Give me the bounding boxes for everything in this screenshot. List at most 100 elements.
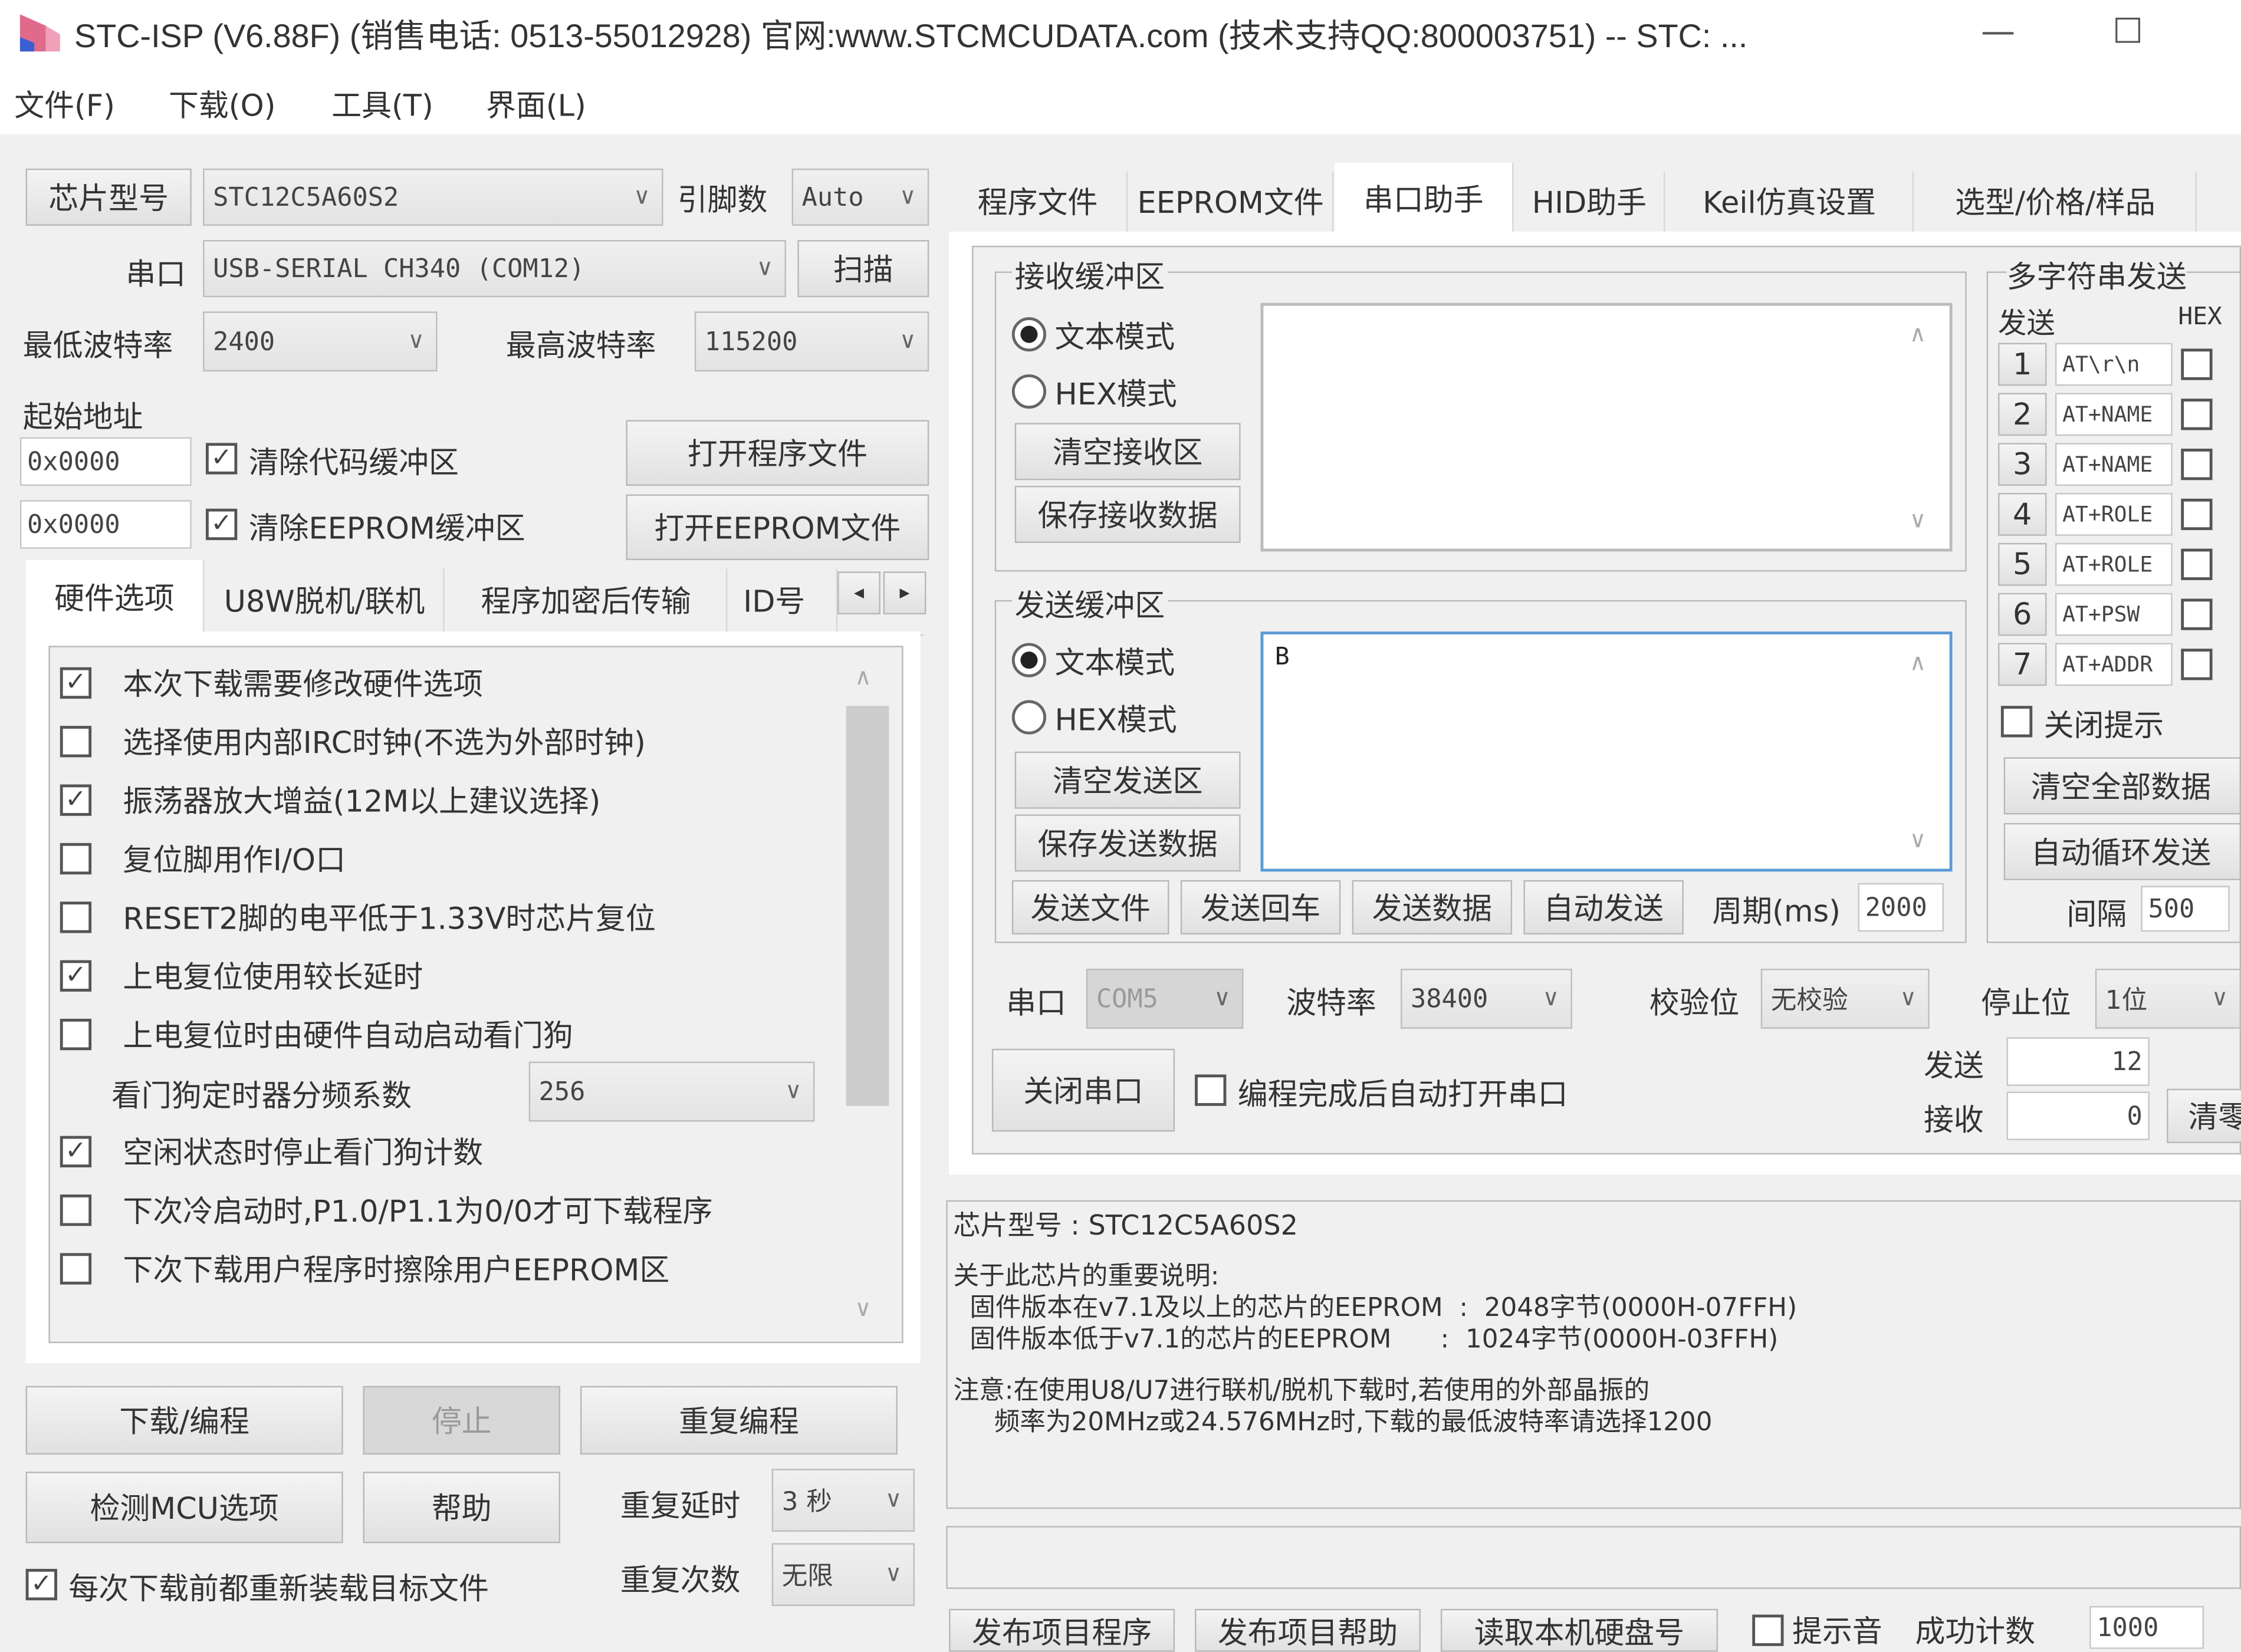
hw-option-checkbox[interactable]: [60, 901, 92, 933]
code-start-address-input[interactable]: 0x0000: [19, 437, 192, 486]
minimize-button[interactable]: —: [1981, 11, 2015, 51]
hw-option-row[interactable]: RESET2脚的电平低于1.33V时芯片复位: [57, 891, 656, 943]
multi-hex-checkbox[interactable]: [2181, 548, 2213, 580]
send-file-button[interactable]: 发送文件: [1011, 880, 1169, 934]
multi-hex-checkbox[interactable]: [2181, 399, 2213, 430]
hw-option-row[interactable]: ✓ 空闲状态时停止看门狗计数: [57, 1126, 483, 1177]
multi-send-index-button[interactable]: 6: [1998, 593, 2047, 636]
clear-eeprom-buffer-checkbox[interactable]: ✓: [205, 508, 238, 541]
send-textarea[interactable]: B: [1260, 631, 1953, 872]
read-disk-id-button[interactable]: 读取本机硬盘号: [1440, 1608, 1718, 1652]
tab-program-file[interactable]: 程序文件: [949, 171, 1128, 232]
multi-send-index-button[interactable]: 4: [1998, 493, 2047, 536]
hw-option-row[interactable]: 选择使用内部IRC时钟(不选为外部时钟): [57, 716, 646, 767]
hw-option-row[interactable]: 复位脚用作I/O口: [57, 833, 346, 884]
hw-option-row[interactable]: 上电复位时由硬件自动启动看门狗: [57, 1009, 573, 1060]
check-mcu-options-button[interactable]: 检测MCU选项: [25, 1472, 343, 1544]
hw-option-row[interactable]: ✓ 振荡器放大增益(12M以上建议选择): [57, 775, 600, 826]
multi-hex-checkbox[interactable]: [2181, 448, 2213, 481]
scroll-down-icon[interactable]: ∨: [1910, 506, 1926, 533]
send-data-button[interactable]: 发送数据: [1352, 880, 1513, 934]
tab-serial-assistant[interactable]: 串口助手: [1335, 163, 1514, 235]
multi-string-input[interactable]: AT+NAME: [2055, 393, 2173, 436]
save-receive-data-button[interactable]: 保存接收数据: [1014, 485, 1241, 543]
chip-model-select[interactable]: STC12C5A60S2 ∨: [203, 168, 663, 226]
multi-hex-checkbox[interactable]: [2181, 498, 2213, 531]
hw-option-checkbox[interactable]: [60, 843, 92, 875]
beep-checkbox[interactable]: [1752, 1614, 1784, 1646]
multi-hex-checkbox[interactable]: [2181, 649, 2213, 680]
tab-encrypted-transfer[interactable]: 程序加密后传输: [446, 568, 728, 632]
menu-interface[interactable]: 界面(L): [486, 83, 586, 126]
baud-rate-select[interactable]: 38400 ∨: [1401, 969, 1572, 1029]
stop-bits-select[interactable]: 1位 ∨: [2095, 969, 2241, 1029]
tab-hid-assistant[interactable]: HID助手: [1515, 171, 1665, 232]
reload-target-file-checkbox[interactable]: ✓: [25, 1569, 57, 1601]
multi-string-input[interactable]: AT+ROLE: [2055, 493, 2173, 536]
tab-scroll-right-button[interactable]: ▸: [883, 571, 926, 615]
publish-project-help-button[interactable]: 发布项目帮助: [1195, 1608, 1421, 1652]
multi-string-input[interactable]: AT\r\n: [2055, 343, 2173, 386]
maximize-button[interactable]: ☐: [2112, 11, 2143, 51]
hw-option-checkbox[interactable]: [60, 1194, 92, 1226]
max-baud-select[interactable]: 115200 ∨: [694, 311, 929, 372]
period-input[interactable]: 2000: [1858, 883, 1944, 932]
scroll-up-icon[interactable]: ∧: [855, 663, 871, 690]
scroll-down-icon[interactable]: ∨: [855, 1295, 871, 1322]
success-count-input[interactable]: 1000: [2089, 1606, 2204, 1649]
hw-option-row[interactable]: 下次下载用户程序时擦除用户EEPROM区: [57, 1243, 669, 1294]
multi-string-input[interactable]: AT+NAME: [2055, 443, 2173, 486]
scroll-up-icon[interactable]: ∧: [1910, 649, 1926, 676]
close-serial-button[interactable]: 关闭串口: [991, 1048, 1175, 1132]
interval-input[interactable]: 500: [2141, 886, 2230, 932]
hw-option-checkbox[interactable]: ✓: [60, 960, 92, 992]
multi-send-index-button[interactable]: 5: [1998, 542, 2047, 586]
multi-send-index-button[interactable]: 2: [1998, 393, 2047, 436]
hw-options-scrollbar-thumb[interactable]: [846, 706, 889, 1106]
save-send-data-button[interactable]: 保存发送数据: [1014, 814, 1241, 872]
hw-option-checkbox[interactable]: ✓: [60, 784, 92, 816]
multi-hex-checkbox[interactable]: [2181, 348, 2213, 380]
scan-button[interactable]: 扫描: [797, 240, 929, 298]
tab-id[interactable]: ID号: [729, 568, 838, 632]
menu-download[interactable]: 下载(O): [169, 83, 276, 126]
watchdog-prescaler-select[interactable]: 256 ∨: [528, 1061, 815, 1122]
tab-selection-price[interactable]: 选型/价格/样品: [1915, 171, 2197, 232]
clear-receive-button[interactable]: 清空接收区: [1014, 423, 1241, 481]
chip-model-button[interactable]: 芯片型号: [25, 168, 192, 226]
tab-hardware-options[interactable]: 硬件选项: [25, 560, 205, 635]
hw-option-row[interactable]: ✓ 上电复位使用较长延时: [57, 950, 423, 1002]
multi-send-index-button[interactable]: 1: [1998, 343, 2047, 386]
help-button[interactable]: 帮助: [363, 1472, 561, 1544]
auto-loop-send-button[interactable]: 自动循环发送: [2003, 822, 2241, 880]
receive-textarea[interactable]: [1260, 302, 1953, 552]
multi-hex-checkbox[interactable]: [2181, 598, 2213, 630]
send-enter-button[interactable]: 发送回车: [1180, 880, 1341, 934]
parity-select[interactable]: 无校验 ∨: [1760, 969, 1930, 1029]
hw-option-checkbox[interactable]: [60, 1018, 92, 1051]
tab-scroll-left-button[interactable]: ◂: [837, 571, 880, 615]
repeat-count-select[interactable]: 无限 ∨: [771, 1543, 915, 1607]
auto-send-button[interactable]: 自动发送: [1523, 880, 1684, 934]
menu-file[interactable]: 文件(F): [14, 83, 115, 126]
reprogram-button[interactable]: 重复编程: [580, 1386, 898, 1455]
close-hint-checkbox[interactable]: [2000, 706, 2033, 738]
clear-count-button[interactable]: 清零: [2167, 1088, 2241, 1143]
clear-code-buffer-checkbox[interactable]: ✓: [205, 443, 238, 475]
scroll-up-icon[interactable]: ∧: [1910, 320, 1926, 347]
open-eeprom-file-button[interactable]: 打开EEPROM文件: [626, 494, 929, 561]
open-program-file-button[interactable]: 打开程序文件: [626, 420, 929, 486]
send-text-mode-radio[interactable]: [1011, 643, 1047, 677]
receive-hex-mode-radio[interactable]: [1011, 374, 1047, 409]
min-baud-select[interactable]: 2400 ∨: [203, 311, 438, 372]
hw-option-row[interactable]: 下次冷启动时,P1.0/P1.1为0/0才可下载程序: [57, 1184, 713, 1236]
hw-option-checkbox[interactable]: [60, 726, 92, 758]
hw-option-checkbox[interactable]: ✓: [60, 667, 92, 699]
download-program-button[interactable]: 下载/编程: [25, 1386, 343, 1455]
tab-eeprom-file[interactable]: EEPROM文件: [1129, 171, 1334, 232]
tab-keil-simulation[interactable]: Keil仿真设置: [1667, 171, 1914, 232]
hw-option-checkbox[interactable]: ✓: [60, 1136, 92, 1167]
receive-text-mode-radio[interactable]: [1011, 317, 1047, 352]
clear-send-button[interactable]: 清空发送区: [1014, 751, 1241, 809]
tab-u8w[interactable]: U8W脱机/联机: [206, 568, 445, 632]
